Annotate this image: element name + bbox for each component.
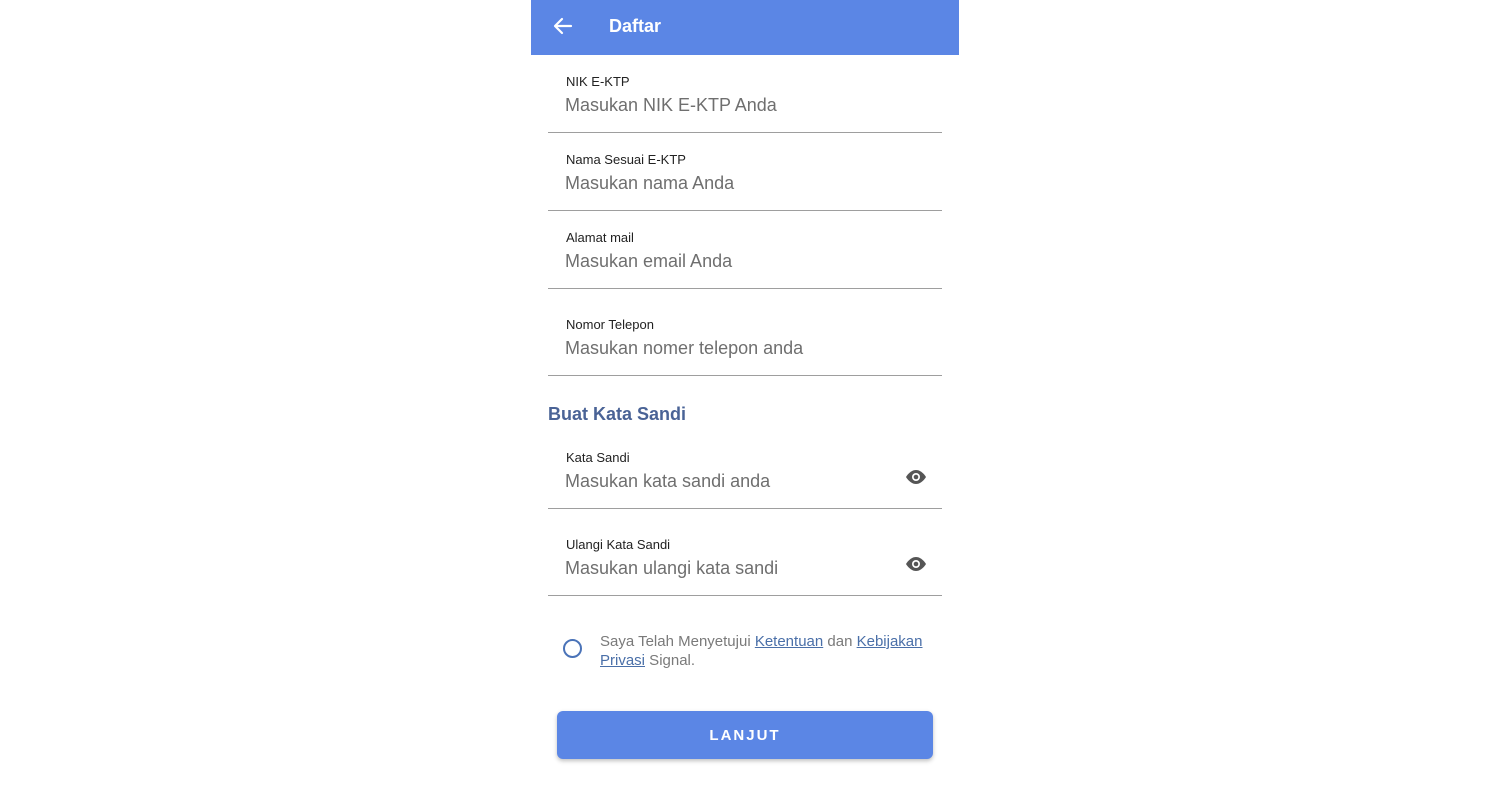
- terms-link[interactable]: Ketentuan: [755, 633, 823, 650]
- agreement-radio[interactable]: [563, 639, 582, 658]
- nik-field: NIK E-KTP: [548, 74, 942, 133]
- app-bar: Daftar: [531, 0, 959, 55]
- nik-input[interactable]: [565, 92, 895, 118]
- email-input[interactable]: [565, 248, 895, 274]
- password-label: Kata Sandi: [566, 450, 630, 465]
- continue-button[interactable]: LANJUT: [557, 711, 933, 759]
- back-button[interactable]: [549, 12, 577, 40]
- email-label: Alamat mail: [566, 230, 634, 245]
- page-title: Daftar: [609, 16, 662, 36]
- nik-label: NIK E-KTP: [566, 74, 630, 89]
- toggle-password-visibility-button[interactable]: [902, 466, 930, 488]
- agreement-text: Saya Telah Menyetujui Ketentuan dan Kebi…: [600, 632, 945, 670]
- agreement-suffix: Signal.: [645, 652, 696, 669]
- name-label: Nama Sesuai E-KTP: [566, 152, 686, 167]
- agreement-row: Saya Telah Menyetujui Ketentuan dan Kebi…: [563, 632, 943, 672]
- confirm-password-label: Ulangi Kata Sandi: [566, 537, 671, 552]
- password-section-title: Buat Kata Sandi: [548, 404, 687, 424]
- password-field: Kata Sandi: [548, 450, 942, 509]
- register-screen: Daftar NIK E-KTP Nama Sesuai E-KTP Alama…: [531, 0, 959, 785]
- eye-icon: [906, 557, 926, 571]
- phone-label: Nomor Telepon: [566, 317, 654, 332]
- name-input[interactable]: [565, 170, 895, 196]
- phone-field: Nomor Telepon: [548, 317, 942, 376]
- toggle-confirm-visibility-button[interactable]: [902, 553, 930, 575]
- password-input[interactable]: [565, 468, 895, 494]
- confirm-password-input[interactable]: [565, 555, 895, 581]
- agreement-prefix: Saya Telah Menyetujui: [600, 633, 755, 650]
- arrow-left-icon: [553, 17, 573, 35]
- phone-input[interactable]: [565, 335, 895, 361]
- email-field: Alamat mail: [548, 230, 942, 289]
- confirm-password-field: Ulangi Kata Sandi: [548, 537, 942, 596]
- name-field: Nama Sesuai E-KTP: [548, 152, 942, 211]
- eye-icon: [906, 470, 926, 484]
- agreement-middle: dan: [823, 633, 857, 650]
